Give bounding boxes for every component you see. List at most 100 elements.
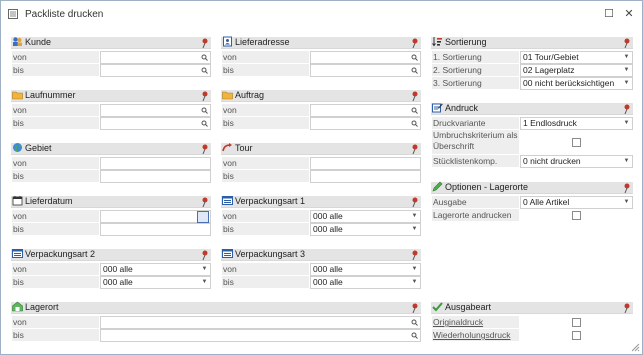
group-verpackungsart-1: Verpackungsart 1 von 000 alle ▼ bis 000 … bbox=[221, 196, 421, 236]
chevron-down-icon[interactable]: ▼ bbox=[200, 264, 209, 275]
chevron-down-icon[interactable]: ▼ bbox=[410, 224, 419, 235]
pin-icon[interactable] bbox=[623, 303, 631, 313]
pin-icon[interactable] bbox=[623, 183, 631, 193]
chevron-down-icon[interactable]: ▼ bbox=[622, 65, 631, 76]
kunde-von-input[interactable] bbox=[100, 51, 211, 64]
chevron-down-icon[interactable]: ▼ bbox=[410, 264, 419, 275]
magnifier-icon[interactable] bbox=[411, 54, 418, 61]
bis-row: bis bbox=[11, 223, 211, 236]
lagerort-von-input[interactable] bbox=[100, 316, 421, 329]
pin-icon[interactable] bbox=[411, 38, 419, 48]
resize-grip-icon[interactable] bbox=[630, 342, 640, 352]
group-lieferadresse: Lieferadresse von bis bbox=[221, 36, 421, 77]
verpackungsart2-bis-select[interactable]: 000 alle ▼ bbox=[100, 276, 211, 289]
pin-icon[interactable] bbox=[411, 197, 419, 207]
sortierung-2-select[interactable]: 02 Lagerplatz ▼ bbox=[520, 64, 633, 77]
list-window-icon bbox=[12, 249, 23, 258]
verpackungsart1-bis-select[interactable]: 000 alle ▼ bbox=[310, 223, 421, 236]
bis-label: bis bbox=[222, 223, 309, 235]
group-header: Laufnummer bbox=[11, 90, 211, 102]
kunde-bis-input[interactable] bbox=[100, 64, 211, 77]
magnifier-icon[interactable] bbox=[411, 319, 418, 326]
sortierung-1-select[interactable]: 01 Tour/Gebiet ▼ bbox=[520, 51, 633, 64]
chevron-down-icon[interactable]: ▼ bbox=[622, 156, 631, 167]
app-icon bbox=[8, 9, 18, 19]
verpackungsart3-von-select[interactable]: 000 alle ▼ bbox=[310, 263, 421, 276]
pin-icon[interactable] bbox=[411, 91, 419, 101]
chevron-down-icon[interactable]: ▼ bbox=[622, 197, 631, 208]
pin-icon[interactable] bbox=[411, 144, 419, 154]
chevron-down-icon[interactable]: ▼ bbox=[200, 277, 209, 288]
sortierung-3-select[interactable]: 00 nicht berücksichtigen ▼ bbox=[520, 77, 633, 90]
originaldruck-checkbox[interactable] bbox=[572, 318, 581, 327]
pin-icon[interactable] bbox=[411, 250, 419, 260]
druckvariante-select[interactable]: 1 Endlosdruck ▼ bbox=[520, 117, 633, 130]
ausgabe-select[interactable]: 0 Alle Artikel ▼ bbox=[520, 196, 633, 209]
globe-icon bbox=[13, 143, 22, 152]
pin-icon[interactable] bbox=[623, 38, 631, 48]
group-verpackungsart-3: Verpackungsart 3 von 000 alle ▼ bis 000 … bbox=[221, 249, 421, 289]
bis-label: bis bbox=[222, 117, 309, 129]
lieferdatum-bis-input[interactable] bbox=[100, 223, 211, 236]
sort-row-3: 3. Sortierung 00 nicht berücksichtigen ▼ bbox=[431, 77, 633, 90]
auftrag-von-input[interactable] bbox=[310, 104, 421, 117]
bis-row: bis bbox=[221, 117, 421, 130]
von-row: von bbox=[221, 51, 421, 64]
lagerort-bis-input[interactable] bbox=[100, 329, 421, 342]
chevron-down-icon[interactable]: ▼ bbox=[410, 211, 419, 222]
sort-icon bbox=[432, 37, 442, 47]
group-header: Kunde bbox=[11, 37, 211, 49]
tour-von-input[interactable] bbox=[310, 157, 421, 170]
chevron-down-icon[interactable]: ▼ bbox=[410, 277, 419, 288]
auftrag-bis-input[interactable] bbox=[310, 117, 421, 130]
pin-icon[interactable] bbox=[201, 250, 209, 260]
tour-bis-input[interactable] bbox=[310, 170, 421, 183]
magnifier-icon[interactable] bbox=[411, 120, 418, 127]
pin-icon[interactable] bbox=[623, 104, 631, 114]
von-row: von 000 alle ▼ bbox=[221, 210, 421, 223]
sort-label: 1. Sortierung bbox=[432, 51, 519, 63]
group-header: Verpackungsart 3 bbox=[221, 249, 421, 261]
von-row: von bbox=[11, 210, 211, 223]
pin-icon[interactable] bbox=[201, 91, 209, 101]
magnifier-icon[interactable] bbox=[201, 67, 208, 74]
verpackungsart3-bis-select[interactable]: 000 alle ▼ bbox=[310, 276, 421, 289]
verpackungsart2-von-select[interactable]: 000 alle ▼ bbox=[100, 263, 211, 276]
magnifier-icon[interactable] bbox=[201, 54, 208, 61]
chevron-down-icon[interactable]: ▼ bbox=[622, 78, 631, 89]
chevron-down-icon[interactable]: ▼ bbox=[622, 118, 631, 129]
group-title: Kunde bbox=[25, 37, 52, 47]
wiederholungsdruck-checkbox[interactable] bbox=[572, 331, 581, 340]
pin-icon[interactable] bbox=[201, 38, 209, 48]
magnifier-icon[interactable] bbox=[411, 107, 418, 114]
pin-icon[interactable] bbox=[411, 303, 419, 313]
laufnummer-von-input[interactable] bbox=[100, 104, 211, 117]
select-value: 000 alle bbox=[313, 224, 343, 234]
close-button[interactable]: ✕ bbox=[618, 5, 640, 23]
gebiet-von-input[interactable] bbox=[100, 157, 211, 170]
calendar-picker-icon[interactable] bbox=[197, 211, 209, 223]
lieferadresse-bis-input[interactable] bbox=[310, 64, 421, 77]
select-value: 01 Tour/Gebiet bbox=[523, 52, 579, 62]
maximize-button[interactable]: ☐ bbox=[598, 5, 620, 23]
lieferdatum-von-input[interactable] bbox=[100, 210, 211, 223]
group-title: Sortierung bbox=[445, 37, 487, 47]
pin-icon[interactable] bbox=[201, 197, 209, 207]
magnifier-icon[interactable] bbox=[201, 120, 208, 127]
verpackungsart1-von-select[interactable]: 000 alle ▼ bbox=[310, 210, 421, 223]
select-value: 000 alle bbox=[313, 277, 343, 287]
group-title: Lagerort bbox=[25, 302, 59, 312]
magnifier-icon[interactable] bbox=[201, 107, 208, 114]
magnifier-icon[interactable] bbox=[411, 332, 418, 339]
lagerorte-andrucken-checkbox[interactable] bbox=[572, 211, 581, 220]
pin-icon[interactable] bbox=[201, 144, 209, 154]
gebiet-bis-input[interactable] bbox=[100, 170, 211, 183]
laufnummer-bis-input[interactable] bbox=[100, 117, 211, 130]
umbruch-checkbox[interactable] bbox=[572, 138, 581, 147]
sort-row-2: 2. Sortierung 02 Lagerplatz ▼ bbox=[431, 64, 633, 77]
lieferadresse-von-input[interactable] bbox=[310, 51, 421, 64]
chevron-down-icon[interactable]: ▼ bbox=[622, 52, 631, 63]
magnifier-icon[interactable] bbox=[411, 67, 418, 74]
stueckliste-select[interactable]: 0 nicht drucken ▼ bbox=[520, 155, 633, 168]
bis-row: bis bbox=[221, 170, 421, 183]
